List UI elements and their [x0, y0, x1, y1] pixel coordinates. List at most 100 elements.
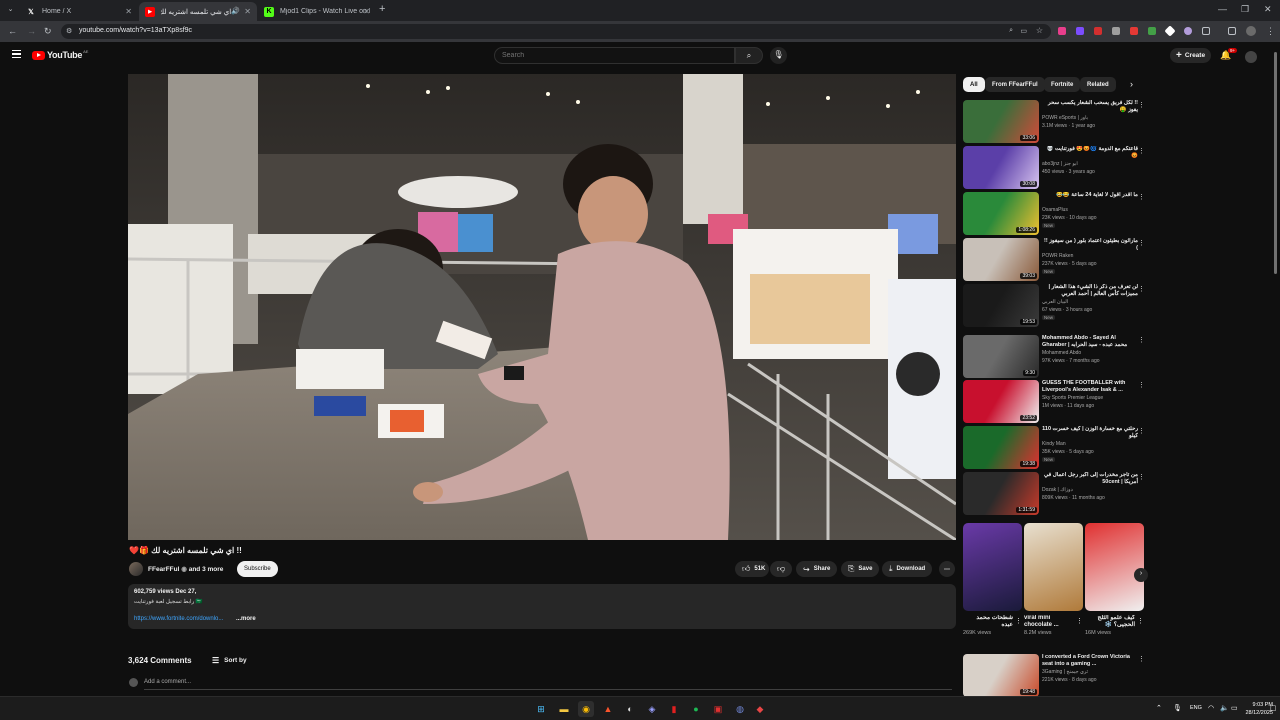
- volume-icon[interactable]: 🔈: [1220, 704, 1229, 712]
- save-button[interactable]: ⎘ Save: [841, 561, 880, 577]
- chip-all[interactable]: All: [963, 77, 985, 92]
- recommendation-item[interactable]: 19:53 لن تعرف من ذكر ذا الشيء هذا الشعار …: [963, 284, 1148, 328]
- close-tab-icon[interactable]: ✕: [244, 7, 251, 16]
- sort-by-button[interactable]: ☰ Sort by: [212, 656, 247, 665]
- forward-icon[interactable]: →: [27, 26, 36, 36]
- youtube-logo[interactable]: YouTube AE: [32, 49, 88, 60]
- more-vertical-icon[interactable]: ⋮: [1076, 617, 1083, 625]
- chip-related[interactable]: Related: [1080, 77, 1116, 92]
- collaborators-text[interactable]: and 3 more: [189, 566, 224, 573]
- recommendation-title[interactable]: GUESS THE FOOTBALLER with Liverpool's Al…: [1042, 380, 1138, 394]
- app-icon[interactable]: ◈: [644, 701, 660, 717]
- recommendation-title[interactable]: Mohammed Abdo - Sayed Al Gharaber | محمد…: [1042, 335, 1138, 349]
- clock[interactable]: 9:03 PM 28/12/2025: [1241, 701, 1273, 717]
- recommendation-title[interactable]: ماراثون بطيئون اعتماد بلور ( من سيفوز !!…: [1042, 238, 1138, 252]
- short-item[interactable]: viral mini chocolate ... 8.2M views ⋮: [1024, 523, 1083, 636]
- short-thumbnail[interactable]: [963, 523, 1022, 611]
- hamburger-menu-icon[interactable]: [12, 50, 21, 58]
- extension-icon[interactable]: [1164, 25, 1176, 37]
- close-tab-icon[interactable]: ✕: [125, 7, 132, 16]
- more-vertical-icon[interactable]: ⋮: [1015, 617, 1022, 625]
- recommendation-channel[interactable]: abo3jnz | ابو جنز: [1042, 161, 1078, 167]
- spotify-icon[interactable]: ●: [688, 701, 704, 717]
- tray-chevron-up-icon[interactable]: ⌃: [1156, 704, 1162, 712]
- extension-icon[interactable]: [1058, 27, 1066, 35]
- app-icon[interactable]: ◆: [752, 701, 768, 717]
- minimize-icon[interactable]: —: [1218, 4, 1227, 14]
- chrome-icon[interactable]: ◉: [578, 701, 594, 717]
- chip-from-channel[interactable]: From FFearFFul: [985, 77, 1045, 92]
- recommendation-item[interactable]: 19:38 رحلتي مع خسارة الوزن | كيف خسرت 110…: [963, 426, 1148, 470]
- create-button[interactable]: + Create: [1170, 48, 1212, 63]
- tab-youtube-video[interactable]: ▶ !! اي شي تلمسه اشتريه لك (953) 🔊 ✕: [139, 2, 257, 21]
- url-text[interactable]: youtube.com/watch?v=13aTXp8sf9c: [79, 27, 192, 34]
- search-box[interactable]: [494, 47, 735, 64]
- short-title[interactable]: شطحات محمد عبده: [963, 615, 1013, 629]
- video-thumbnail[interactable]: 19:48: [963, 654, 1039, 697]
- video-thumbnail[interactable]: 1:08:26: [963, 192, 1039, 235]
- brave-icon[interactable]: ▲: [600, 701, 616, 717]
- more-menu-icon[interactable]: ⋮: [1266, 26, 1275, 37]
- recommendation-title[interactable]: ما اقدر اقول لا لغاية 24 ساعة 😂😂: [1042, 192, 1138, 199]
- video-thumbnail[interactable]: 23:52: [963, 380, 1039, 423]
- recommendation-title[interactable]: !! لكل فريق يسحب الشعار يكسب سحر يفوز 🤑: [1042, 100, 1138, 114]
- recommendation-item[interactable]: 30:08 قاعتكم مع الدومة 🌀😡😍 فورتنايت 💀😡 abo…: [963, 146, 1148, 190]
- show-more-link[interactable]: ...more: [236, 616, 256, 622]
- chevron-right-icon[interactable]: ›: [1130, 79, 1133, 89]
- recommendation-channel[interactable]: Sky Sports Premier League: [1042, 395, 1103, 401]
- recommendation-title[interactable]: رحلتي مع خسارة الوزن | كيف خسرت 110 كيلو: [1042, 426, 1138, 440]
- search-input[interactable]: [502, 52, 722, 59]
- battery-icon[interactable]: ▭: [1231, 704, 1238, 712]
- tab-kick[interactable]: K Mjod1 Clips - Watch Live on Ki ✕: [258, 2, 376, 21]
- more-vertical-icon[interactable]: ⋮: [1138, 655, 1145, 663]
- more-vertical-icon[interactable]: ⋮: [1138, 381, 1145, 389]
- maximize-icon[interactable]: ❐: [1241, 4, 1249, 15]
- zoom-icon[interactable]: ⌕: [1009, 27, 1013, 35]
- recommendation-item[interactable]: 1:31:59 من تاجر مخدرات إلى أكبر رجل أعمال…: [963, 472, 1148, 516]
- recommendation-item[interactable]: 9:30 Mohammed Abdo - Sayed Al Gharaber | …: [963, 335, 1148, 379]
- recommendation-channel[interactable]: POWR eSports | باور: [1042, 115, 1088, 121]
- reload-icon[interactable]: ↻: [44, 26, 52, 37]
- wifi-icon[interactable]: ◠: [1208, 704, 1214, 712]
- more-vertical-icon[interactable]: ⋮: [1138, 427, 1145, 435]
- extension-icon[interactable]: [1184, 27, 1192, 35]
- extension-icon[interactable]: [1148, 27, 1156, 35]
- chip-fortnite[interactable]: Fortnite: [1044, 77, 1081, 92]
- like-button[interactable]: 👍︎ 51K: [735, 561, 769, 577]
- recommendation-channel[interactable]: Dozak | دوزاك: [1042, 487, 1073, 493]
- recommendation-item[interactable]: 39:03 ماراثون بطيئون اعتماد بلور ( من سيف…: [963, 238, 1148, 282]
- recommendation-title[interactable]: من تاجر مخدرات إلى أكبر رجل أعمال في أمر…: [1042, 472, 1138, 486]
- more-vertical-icon[interactable]: ⋮: [1138, 336, 1145, 344]
- app-icon[interactable]: ▮: [666, 701, 682, 717]
- bookmark-star-icon[interactable]: ☆: [1036, 26, 1043, 35]
- more-vertical-icon[interactable]: ⋮: [1137, 617, 1144, 625]
- more-vertical-icon[interactable]: ⋮: [1138, 285, 1145, 293]
- extension-icon[interactable]: [1112, 27, 1120, 35]
- video-thumbnail[interactable]: 39:03: [963, 238, 1039, 281]
- tab-x-home[interactable]: 𝕏 Home / X ✕: [20, 2, 138, 21]
- extensions-puzzle-icon[interactable]: [1202, 27, 1210, 35]
- video-thumbnail[interactable]: 30:08: [963, 146, 1039, 189]
- video-player[interactable]: [128, 74, 956, 540]
- more-vertical-icon[interactable]: ⋮: [1138, 193, 1145, 201]
- shorts-next-chevron-icon[interactable]: ›: [1134, 568, 1148, 582]
- tab-search-icon[interactable]: ⌄: [5, 5, 16, 16]
- more-vertical-icon[interactable]: ⋮: [1138, 473, 1145, 481]
- recommendation-title[interactable]: قاعتكم مع الدومة 🌀😡😍 فورتنايت 💀😡: [1042, 146, 1138, 160]
- recommendation-channel[interactable]: Kindy Man: [1042, 441, 1066, 447]
- subscribe-button[interactable]: Subscribe: [237, 561, 278, 577]
- channel-name-text[interactable]: FFearFFul: [148, 566, 179, 573]
- profile-avatar[interactable]: [1246, 26, 1256, 36]
- recommendation-item[interactable]: 19:48 I converted a Ford Crown Victoria s…: [963, 654, 1148, 698]
- recommendation-item[interactable]: 23:52 GUESS THE FOOTBALLER with Liverpool…: [963, 380, 1148, 424]
- channel-avatar[interactable]: [129, 562, 143, 576]
- description-link[interactable]: https://www.fortnite.com/downlo...: [134, 616, 223, 622]
- recommendation-channel[interactable]: POWR Raken: [1042, 253, 1073, 259]
- recommendation-channel[interactable]: Mohammed Abdo: [1042, 350, 1081, 356]
- recommendation-item[interactable]: 33:06 !! لكل فريق يسحب الشعار يكسب سحر يف…: [963, 100, 1148, 144]
- extension-icon[interactable]: [1076, 27, 1084, 35]
- more-vertical-icon[interactable]: ⋮: [1138, 147, 1145, 155]
- more-vertical-icon[interactable]: ⋮: [1138, 101, 1145, 109]
- video-thumbnail[interactable]: 19:38: [963, 426, 1039, 469]
- video-thumbnail[interactable]: 1:31:59: [963, 472, 1039, 515]
